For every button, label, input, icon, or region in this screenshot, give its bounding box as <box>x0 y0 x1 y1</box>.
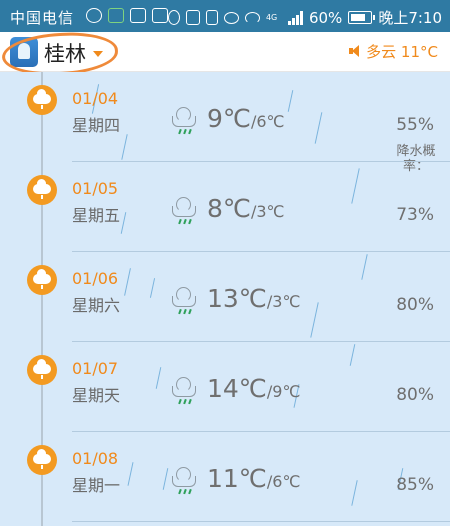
notification-icons <box>86 8 168 23</box>
rain-probability: 80% <box>396 295 434 315</box>
signal-icon <box>287 10 303 25</box>
eye-icon <box>223 11 239 24</box>
nfc-icon <box>185 10 200 25</box>
forecast-temperature: 11℃/6℃ <box>207 464 300 493</box>
forecast-row[interactable]: 01/04 星期四 9℃/6℃ 55% <box>0 72 450 162</box>
map-pin-icon <box>152 8 168 23</box>
wifi-icon <box>244 11 260 24</box>
day-marker-icon <box>27 355 57 385</box>
rain-cloud-icon <box>170 377 200 406</box>
forecast-row[interactable]: 01/08 星期一 11℃/6℃ 85% <box>0 432 450 522</box>
forecast-date: 01/05 <box>72 179 119 198</box>
temp-low: /9℃ <box>266 382 301 401</box>
status-bar: 中国电信 4G 60% 晚上7:10 <box>0 0 450 32</box>
day-marker-icon <box>27 265 57 295</box>
rain-cloud-icon <box>170 287 200 316</box>
speaker-icon[interactable] <box>349 45 361 57</box>
chat-icon <box>86 8 102 23</box>
day-marker-icon <box>27 175 57 205</box>
temp-high: 8℃ <box>207 194 251 223</box>
forecast-date: 01/04 <box>72 89 119 108</box>
rain-cloud-icon <box>170 107 200 136</box>
temp-low: /6℃ <box>266 472 301 491</box>
temp-low: /6℃ <box>250 112 285 131</box>
rain-probability: 55% <box>396 115 434 135</box>
temp-low: /3℃ <box>250 202 285 221</box>
temp-high: 9℃ <box>207 104 251 133</box>
forecast-date: 01/07 <box>72 359 119 378</box>
forecast-weekday: 星期天 <box>72 386 121 405</box>
header: 桂林 多云 11°C <box>0 29 450 79</box>
forecast-weekday: 星期一 <box>72 476 121 495</box>
status-indicators: 4G 60% 晚上7:10 <box>167 7 442 28</box>
rain-probability: 80% <box>396 385 434 405</box>
forecast-list[interactable]: 降水概率： 01/04 星期四 9℃/6℃ 55% 01/05 星期五 8℃/3… <box>0 72 450 526</box>
day-marker-icon <box>27 85 57 115</box>
day-marker-icon <box>27 445 57 475</box>
forecast-row[interactable]: 01/05 星期五 8℃/3℃ 73% <box>0 162 450 252</box>
rain-probability: 73% <box>396 205 434 225</box>
forecast-date: 01/08 <box>72 449 119 468</box>
battery-icon <box>348 11 376 24</box>
forecast-date: 01/06 <box>72 269 119 288</box>
temp-low: /3℃ <box>266 292 301 311</box>
temp-high: 13℃ <box>207 284 267 313</box>
bluetooth-icon <box>167 10 180 25</box>
forecast-temperature: 14℃/9℃ <box>207 374 300 403</box>
temp-high: 11℃ <box>207 464 267 493</box>
rain-probability: 85% <box>396 475 434 495</box>
battery-percent: 60% <box>308 8 343 27</box>
forecast-weekday: 星期五 <box>72 206 121 225</box>
vibrate-icon <box>205 10 218 25</box>
rain-cloud-icon <box>170 467 200 496</box>
app-notification-icon <box>130 8 146 23</box>
forecast-row[interactable]: 01/07 星期天 14℃/9℃ 80% <box>0 342 450 432</box>
current-weather: 多云 11°C <box>366 43 438 61</box>
rain-cloud-icon <box>170 197 200 226</box>
forecast-temperature: 8℃/3℃ <box>207 194 285 223</box>
row-divider <box>72 521 450 522</box>
carrier-label: 中国电信 <box>10 9 75 27</box>
network-type: 4G <box>265 12 278 22</box>
forecast-row[interactable]: 01/06 星期六 13℃/3℃ 80% <box>0 252 450 342</box>
forecast-weekday: 星期四 <box>72 116 121 135</box>
forecast-temperature: 9℃/6℃ <box>207 104 285 133</box>
app-notification-icon <box>108 8 124 23</box>
forecast-temperature: 13℃/3℃ <box>207 284 300 313</box>
temp-high: 14℃ <box>207 374 267 403</box>
forecast-weekday: 星期六 <box>72 296 121 315</box>
clock: 晚上7:10 <box>378 9 442 27</box>
